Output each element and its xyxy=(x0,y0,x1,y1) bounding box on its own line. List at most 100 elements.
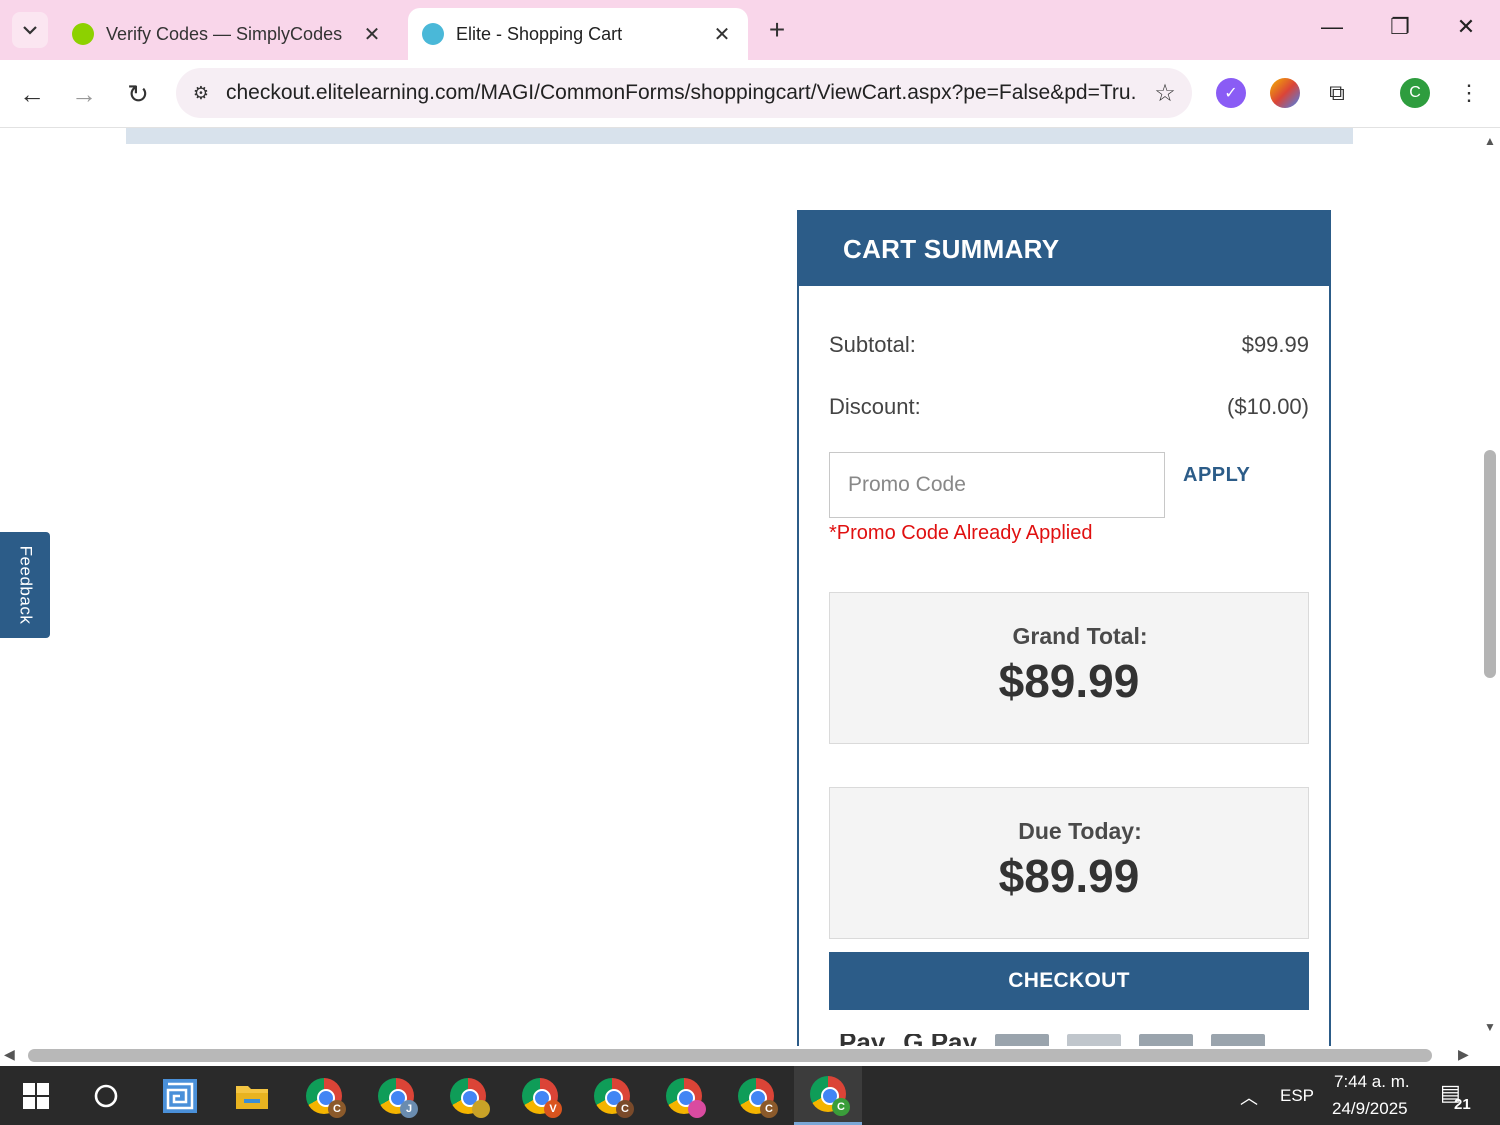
clock-time[interactable]: 7:44 a. m. xyxy=(1334,1072,1410,1092)
taskbar-chrome-1[interactable]: C xyxy=(294,1066,354,1125)
folder-icon xyxy=(236,1085,268,1109)
profile-avatar[interactable]: C xyxy=(1400,78,1430,108)
taskbar-chrome-6[interactable] xyxy=(654,1066,714,1125)
close-window-button[interactable]: ✕ xyxy=(1446,14,1486,40)
maze-app-icon xyxy=(163,1078,197,1113)
minimize-button[interactable]: — xyxy=(1312,14,1352,40)
search-button[interactable] xyxy=(76,1066,136,1125)
content-top-band xyxy=(126,128,1353,144)
google-pay-icon: G Pay xyxy=(903,1034,977,1046)
tab-strip: Verify Codes — SimplyCodes ✕ Elite - Sho… xyxy=(0,0,1500,60)
extension-simplycodes-icon[interactable]: ✓ xyxy=(1216,78,1246,108)
grand-total-box: Grand Total: $89.99 xyxy=(829,592,1309,744)
site-info-icon[interactable]: ⚙ xyxy=(176,83,226,104)
page-viewport: Feedback CART SUMMARY Subtotal: $99.99 D… xyxy=(0,128,1482,1046)
browser-toolbar: ← → ↻ ⚙ checkout.elitelearning.com/MAGI/… xyxy=(0,60,1500,128)
menu-kebab-icon[interactable]: ⋮ xyxy=(1454,78,1484,108)
promo-code-input[interactable]: Promo Code xyxy=(829,452,1165,518)
due-today-label: Due Today: xyxy=(1018,818,1142,844)
profile-badge: C xyxy=(616,1099,634,1118)
task-view-button[interactable] xyxy=(150,1066,210,1125)
scroll-down-arrow-icon[interactable]: ▼ xyxy=(1484,1020,1496,1034)
chrome-icon: J xyxy=(378,1077,418,1118)
vertical-scroll-thumb[interactable] xyxy=(1484,450,1496,678)
cortana-circle-icon xyxy=(94,1084,118,1107)
close-tab-icon[interactable]: ✕ xyxy=(360,22,384,47)
taskbar-chrome-8-active[interactable]: C xyxy=(794,1066,862,1125)
new-tab-button[interactable]: + xyxy=(762,14,792,46)
bookmark-star-icon[interactable]: ☆ xyxy=(1138,79,1192,108)
chrome-icon: V xyxy=(522,1077,562,1118)
cart-summary-panel: CART SUMMARY Subtotal: $99.99 Discount: … xyxy=(797,210,1331,1046)
scroll-left-arrow-icon[interactable]: ◀ xyxy=(4,1046,15,1063)
input-language[interactable]: ESP xyxy=(1280,1086,1314,1106)
scroll-up-arrow-icon[interactable]: ▲ xyxy=(1484,134,1496,148)
back-button[interactable]: ← xyxy=(14,76,50,112)
subtotal-value: $99.99 xyxy=(1241,332,1309,357)
horizontal-scrollbar[interactable]: ◀ ▶ xyxy=(0,1046,1482,1066)
profile-badge: C xyxy=(328,1099,346,1118)
chrome-icon xyxy=(666,1077,706,1118)
mastercard-icon xyxy=(1066,1034,1121,1046)
profile-badge xyxy=(472,1099,490,1118)
checkout-button[interactable]: CHECKOUT xyxy=(829,952,1309,1010)
simplycodes-favicon-icon xyxy=(72,23,94,45)
vertical-scrollbar[interactable]: ▲ ▼ xyxy=(1482,128,1500,1046)
start-button[interactable] xyxy=(6,1066,66,1125)
due-today-value: $89.99 xyxy=(998,850,1140,902)
scroll-right-arrow-icon[interactable]: ▶ xyxy=(1458,1046,1469,1063)
feedback-tab[interactable]: Feedback xyxy=(0,532,50,638)
profile-initial: C xyxy=(1409,84,1421,101)
restore-button[interactable]: ❐ xyxy=(1380,14,1420,40)
address-bar[interactable]: ⚙ checkout.elitelearning.com/MAGI/Common… xyxy=(176,68,1192,118)
profile-badge: V xyxy=(544,1099,562,1118)
forward-button[interactable]: → xyxy=(66,76,102,112)
taskbar-chrome-3[interactable] xyxy=(438,1066,498,1125)
taskbar-chrome-4[interactable]: V xyxy=(510,1066,570,1125)
horizontal-scroll-thumb[interactable] xyxy=(28,1049,1432,1062)
subtotal-row: Subtotal: $99.99 xyxy=(829,332,1309,358)
profile-badge: C xyxy=(832,1098,850,1116)
promo-error-message: *Promo Code Already Applied xyxy=(829,522,1093,544)
taskbar-chrome-2[interactable]: J xyxy=(366,1066,426,1125)
show-hidden-icons-chevron-icon[interactable]: ︿ xyxy=(1240,1084,1258,1110)
grand-total-value: $89.99 xyxy=(998,655,1140,707)
apply-button[interactable]: APPLY xyxy=(1183,464,1250,487)
grand-total-label: Grand Total: xyxy=(1012,623,1148,649)
chrome-icon: C xyxy=(738,1077,778,1118)
discount-value: ($10.00) xyxy=(1227,394,1309,419)
chevron-down-icon xyxy=(23,26,37,35)
discount-label: Discount: xyxy=(829,394,921,419)
chrome-icon: C xyxy=(306,1077,346,1118)
subtotal-label: Subtotal: xyxy=(829,332,916,357)
taskbar-chrome-5[interactable]: C xyxy=(582,1066,642,1125)
discount-row: Discount: ($10.00) xyxy=(829,394,1309,420)
visa-icon xyxy=(994,1034,1049,1046)
file-explorer-button[interactable] xyxy=(222,1066,282,1125)
chrome-icon: C xyxy=(810,1076,850,1116)
clock-date[interactable]: 24/9/2025 xyxy=(1332,1099,1408,1119)
taskbar-chrome-7[interactable]: C xyxy=(726,1066,786,1125)
url-text[interactable]: checkout.elitelearning.com/MAGI/CommonFo… xyxy=(226,81,1138,105)
tab-search-button[interactable] xyxy=(12,12,48,48)
due-today-box: Due Today: $89.99 xyxy=(829,787,1309,939)
profile-badge: J xyxy=(400,1099,418,1118)
windows-logo-icon xyxy=(23,1082,49,1109)
reload-button[interactable]: ↻ xyxy=(120,76,156,112)
windows-taskbar: C J V C C C ︿ ESP 7:44 a. m. 24/9/2025 ▤… xyxy=(0,1066,1500,1125)
elite-favicon-icon xyxy=(422,23,444,45)
close-tab-icon[interactable]: ✕ xyxy=(710,22,734,47)
tab-elite-shopping-cart[interactable]: Elite - Shopping Cart ✕ xyxy=(408,8,748,60)
discover-icon xyxy=(1138,1034,1193,1046)
tab-title: Verify Codes — SimplyCodes xyxy=(106,23,343,44)
apple-pay-icon: Pay xyxy=(839,1034,885,1046)
notification-count: 21 xyxy=(1454,1096,1471,1113)
extension-colorful-icon[interactable] xyxy=(1270,78,1300,108)
feedback-label: Feedback xyxy=(16,545,36,625)
tab-simplycodes[interactable]: Verify Codes — SimplyCodes ✕ xyxy=(58,8,398,60)
tab-title: Elite - Shopping Cart xyxy=(456,23,623,44)
chrome-icon xyxy=(450,1077,490,1118)
profile-badge: C xyxy=(760,1099,778,1118)
profile-badge xyxy=(688,1099,706,1118)
extensions-puzzle-icon[interactable]: ⧉ xyxy=(1322,78,1352,108)
